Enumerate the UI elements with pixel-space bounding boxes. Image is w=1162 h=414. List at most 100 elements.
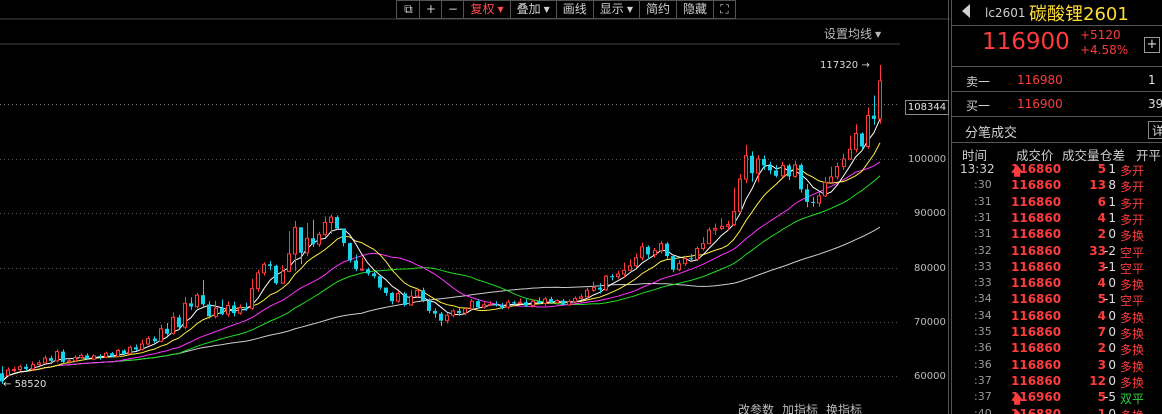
candle-body xyxy=(720,225,724,229)
trade-time: :31 xyxy=(974,194,992,208)
trade-row: :35 116860 7 0 多换 xyxy=(974,325,1145,341)
candle-body xyxy=(232,305,236,314)
candle-body xyxy=(403,293,407,305)
candle-body xyxy=(860,133,864,147)
trade-oi: 0 xyxy=(1108,406,1116,414)
trade-nature: 多开 xyxy=(1120,212,1145,227)
candle-body xyxy=(409,295,413,306)
candle-body xyxy=(445,314,449,322)
candle-body xyxy=(98,355,102,358)
candle-body xyxy=(55,351,59,362)
zoom-in-icon[interactable]: + xyxy=(419,1,441,19)
candle-body xyxy=(79,354,83,359)
candle-body xyxy=(665,243,669,257)
trades-header: 时间 成交价 成交量 仓差 开平 xyxy=(952,145,1162,163)
trade-row: :37 116960 🡅 5 -5 双平 xyxy=(952,390,1162,406)
candle-body xyxy=(634,257,638,267)
switch-indicator-button[interactable]: 换指标 xyxy=(826,401,862,414)
add-indicator-button[interactable]: 加指标 xyxy=(782,401,818,414)
candle-body xyxy=(531,300,535,306)
display-button[interactable]: 显示 ▼ xyxy=(592,1,639,19)
trade-row: :36 116860 2 0 多换 xyxy=(974,341,1145,358)
fuquan-button[interactable]: 复权 ▼ xyxy=(463,1,509,19)
divider xyxy=(952,142,1162,143)
candle-body xyxy=(299,227,303,253)
y-tick-label: 100000 xyxy=(908,154,947,165)
back-arrow-icon[interactable] xyxy=(962,4,970,18)
trade-nature: 空平 xyxy=(1120,294,1145,309)
ask-label: 卖一 xyxy=(966,75,991,89)
candle-body xyxy=(396,293,400,302)
candle-body xyxy=(476,301,480,308)
panel-header: lc2601 碳酸锂2601 xyxy=(952,0,1162,25)
trade-time: :40 xyxy=(974,406,992,414)
change-block: +5120 +4.58% xyxy=(1080,28,1128,58)
candle-body xyxy=(37,362,41,366)
candle-body xyxy=(43,357,47,364)
candle-body xyxy=(177,317,181,328)
draw-line-button[interactable]: 画线 xyxy=(555,1,593,19)
candle-body xyxy=(31,364,35,370)
candle-body xyxy=(238,307,242,314)
candle-body xyxy=(512,302,516,304)
candle-body xyxy=(153,338,157,342)
candle-body xyxy=(281,270,285,284)
trade-time: :31 xyxy=(974,227,992,241)
candle-body xyxy=(506,301,510,308)
hide-button[interactable]: 隐藏 xyxy=(675,1,713,19)
zoom-out-icon[interactable]: − xyxy=(441,1,463,19)
trade-time: :35 xyxy=(974,325,992,338)
candle-body xyxy=(494,304,498,306)
candle-body xyxy=(214,307,218,317)
candle-body xyxy=(317,233,321,245)
candle-body xyxy=(707,229,711,245)
candle-body xyxy=(268,264,272,266)
trade-oi: 0 xyxy=(1108,325,1116,339)
ma-setting-dropdown[interactable]: 设置均线 ▼ xyxy=(824,25,881,42)
candle-body xyxy=(457,310,461,314)
candle-body xyxy=(781,165,785,177)
candle-body xyxy=(848,148,852,160)
candle-body xyxy=(671,256,675,270)
candle-body xyxy=(165,328,169,334)
candle-body xyxy=(640,246,644,259)
trade-oi: 0 xyxy=(1108,357,1116,372)
candle-body xyxy=(104,352,108,358)
candle-body xyxy=(537,301,541,304)
candle-body xyxy=(585,289,589,298)
fullscreen-icon[interactable]: ⛶ xyxy=(713,1,735,19)
trade-nature: 空平 xyxy=(1120,245,1145,260)
y-tick-label: 80000 xyxy=(914,263,946,274)
candle-body xyxy=(110,353,114,357)
ask-volume: 1 xyxy=(1148,73,1156,87)
copy-icon[interactable]: ⧉ xyxy=(397,1,419,19)
candle-body xyxy=(799,164,803,190)
candle-body xyxy=(85,355,89,360)
candle-body xyxy=(171,316,175,335)
trade-row: 13:32 116860 🡅 5 1 多开 xyxy=(952,162,1162,178)
candle-body xyxy=(628,265,632,271)
simple-mode-button[interactable]: 简约 xyxy=(638,1,676,19)
candle-body xyxy=(470,300,474,310)
trade-row: :33 116860 4 0 多换 xyxy=(974,276,1145,293)
kline-chart[interactable]: ⧉ + − 复权 ▼ 叠加 ▼ 画线 显示 ▼ 简约 隐藏 ⛶ 设置均线 ▼ 11732… xyxy=(0,0,950,414)
candle-body xyxy=(439,313,443,321)
trade-time: :30 xyxy=(974,178,992,192)
add-watch-button[interactable]: + xyxy=(1144,37,1160,53)
trade-row: :40116880🡅10多换 xyxy=(952,407,1162,414)
edit-params-button[interactable]: 改参数 xyxy=(738,401,774,414)
candle-body xyxy=(24,366,28,369)
trade-row: :33 116860 3 -1 空平 xyxy=(974,259,1145,276)
candle-body xyxy=(274,265,278,284)
detail-button[interactable]: 详 xyxy=(1148,121,1162,139)
candle-body xyxy=(183,302,187,328)
bid-volume: 39 xyxy=(1148,97,1162,111)
trade-nature: 多换 xyxy=(1120,343,1145,358)
kline-svg[interactable] xyxy=(0,0,950,414)
candle-body xyxy=(378,276,382,288)
overlay-button[interactable]: 叠加 ▼ xyxy=(509,1,556,19)
trade-nature: 双平 xyxy=(1120,392,1145,407)
candle-body xyxy=(829,176,833,183)
candle-body xyxy=(384,287,388,293)
candle-body xyxy=(305,237,309,254)
